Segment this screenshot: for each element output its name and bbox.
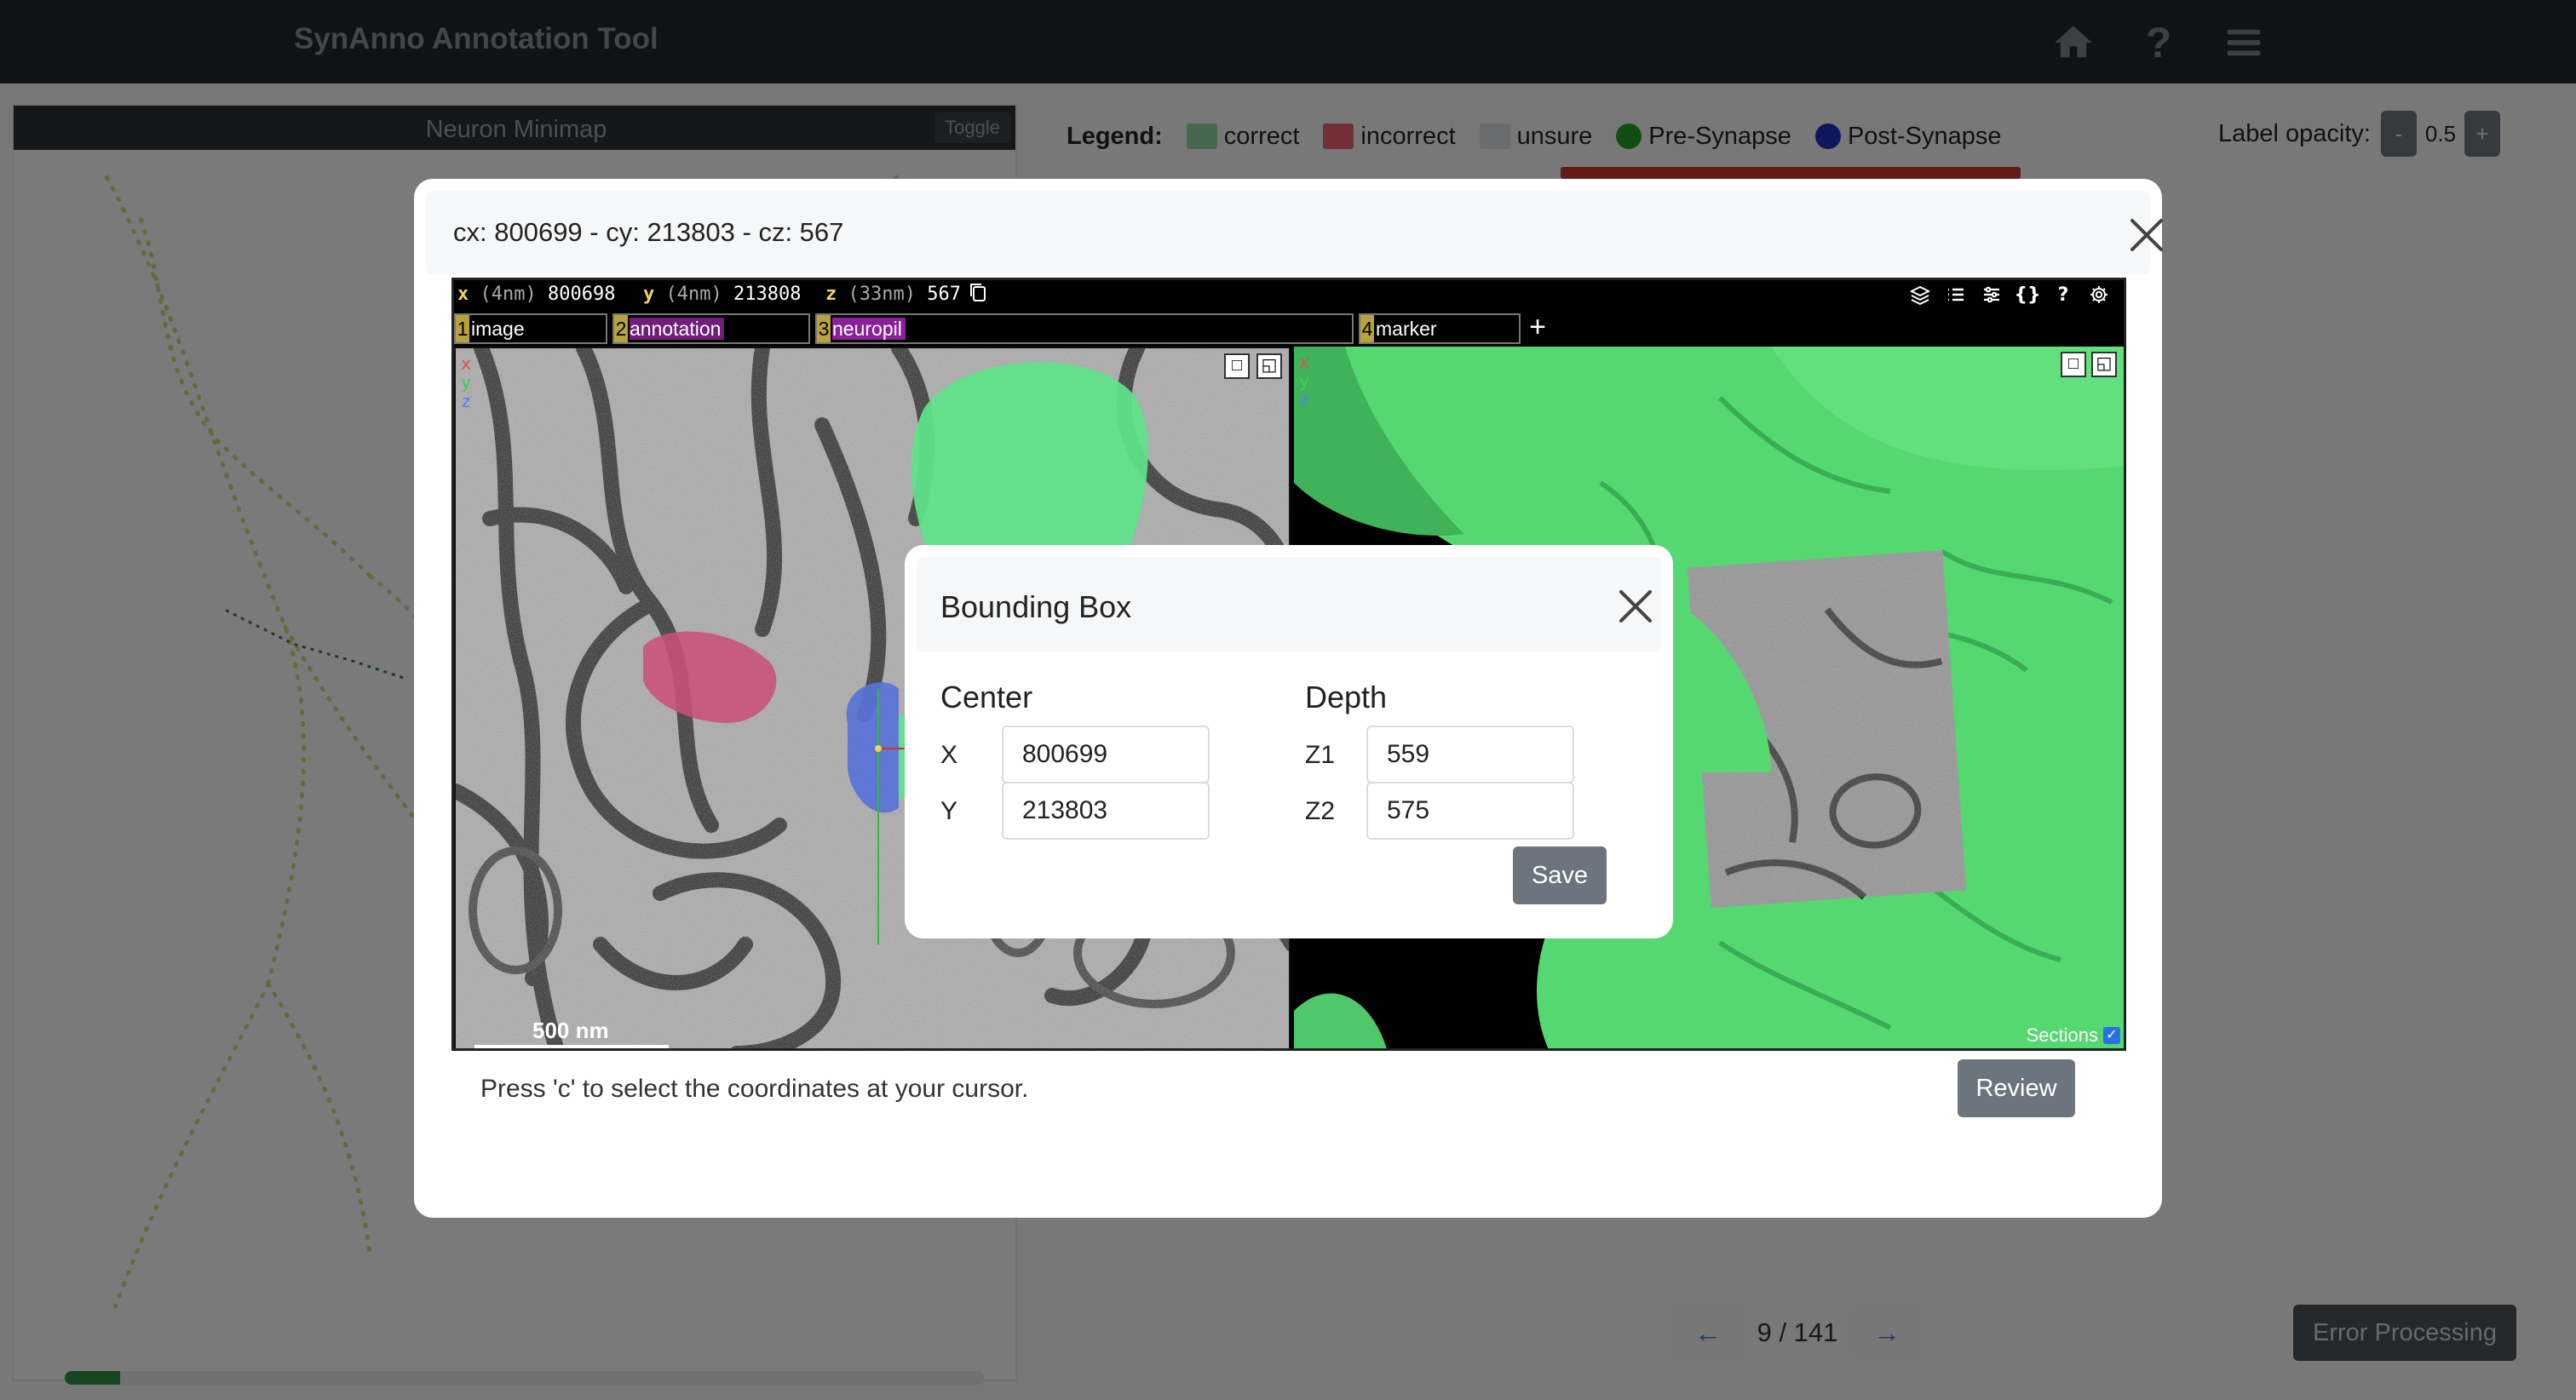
coord-unit: (4nm) [480,284,537,305]
layer-number: 3 [817,315,831,342]
bounding-box-title: Bounding Box [940,589,1132,624]
add-layer-button[interactable]: + [1522,311,1553,345]
sections-toggle[interactable]: Sections ✓ [2027,1024,2120,1047]
center-y-input[interactable] [1002,782,1210,840]
layer-image[interactable]: 1 image [454,313,607,344]
coord-x[interactable]: x (4nm) 800698 [457,284,615,305]
center-x-label: X [940,741,958,769]
sections-checkbox[interactable]: ✓ [2103,1027,2120,1044]
axis-label-x: x [1299,352,1310,372]
coord-axis: y [643,284,655,305]
neuroglancer-toolbar: x (4nm) 800698 y (4nm) 213808 z (33nm) 5… [454,280,2124,309]
layer-marker[interactable]: 4 marker [1359,313,1521,344]
coord-value: 800698 [547,284,616,305]
help-icon[interactable]: ? [2045,282,2081,307]
panel-maximize-icon[interactable]: □ [1224,353,1250,379]
bounding-box-dialog: Bounding Box Center Depth X Y Z1 Z2 Save [905,545,1673,938]
scale-bar-label: 500 nm [532,1018,609,1043]
coord-axis: z [825,284,837,305]
layer-name: annotation [630,318,725,340]
review-button[interactable]: Review [1958,1059,2075,1117]
cursor-hint: Press 'c' to select the coordinates at y… [480,1075,1029,1103]
list-icon[interactable] [1938,282,1974,307]
coord-axis: x [457,284,469,305]
layer-name: image [471,318,525,340]
layer-number: 4 [1360,315,1374,342]
coord-z[interactable]: z (33nm) 567 [825,284,961,305]
depth-title: Depth [1305,680,1388,714]
depth-z2-label: Z2 [1305,797,1336,825]
layer-bar: 1 image 2 annotation 3 neuropil 4 marker + [454,311,2124,345]
modal-header: cx: 800699 - cy: 213803 - cz: 567 [426,191,2150,274]
axis-label-y: y [461,372,472,393]
bounding-box-close-icon[interactable] [1617,588,1654,625]
modal-close-icon[interactable] [2128,216,2165,254]
axis-label-x: x [461,353,472,374]
coord-y[interactable]: y (4nm) 213808 [643,284,801,305]
layer-name: marker [1376,318,1437,340]
layer-neuropil[interactable]: 3 neuropil [815,313,1354,344]
depth-z2-input[interactable] [1366,782,1574,840]
panel-maximize-icon[interactable]: □ [2061,352,2086,377]
gear-icon[interactable] [2081,282,2117,307]
center-title: Center [940,680,1033,714]
scale-bar [474,1045,669,1048]
bounding-box-header: Bounding Box [917,557,1661,652]
coord-unit: (33nm) [848,284,916,305]
panel-layout-icon[interactable]: ◱ [1256,353,1282,379]
sections-label: Sections [2026,1024,2098,1046]
center-y-label: Y [940,797,958,825]
coord-unit: (4nm) [665,284,722,305]
layer-name: neuropil [832,318,906,340]
coord-value: 567 [927,284,961,305]
braces-icon[interactable]: {} [2010,282,2045,307]
sliders-icon[interactable] [1974,282,2010,307]
axis-label-z: z [1299,389,1310,410]
axis-label-z: z [461,391,472,411]
layer-number: 1 [456,315,469,342]
depth-z1-input[interactable] [1366,726,1574,783]
save-button[interactable]: Save [1513,846,1607,904]
layer-annotation[interactable]: 2 annotation [612,313,810,344]
axis-label-y: y [1299,370,1310,391]
coord-value: 213808 [733,284,802,305]
depth-z1-label: Z1 [1305,741,1336,769]
panel-layout-icon[interactable]: ◱ [2091,352,2117,377]
layer-number: 2 [614,315,628,342]
layers-icon[interactable] [1902,282,1938,307]
copy-icon[interactable] [969,282,987,307]
center-x-input[interactable] [1002,726,1210,783]
neuroglancer-tools: {} ? [1902,282,2117,307]
modal-title: cx: 800699 - cy: 213803 - cz: 567 [453,217,844,247]
